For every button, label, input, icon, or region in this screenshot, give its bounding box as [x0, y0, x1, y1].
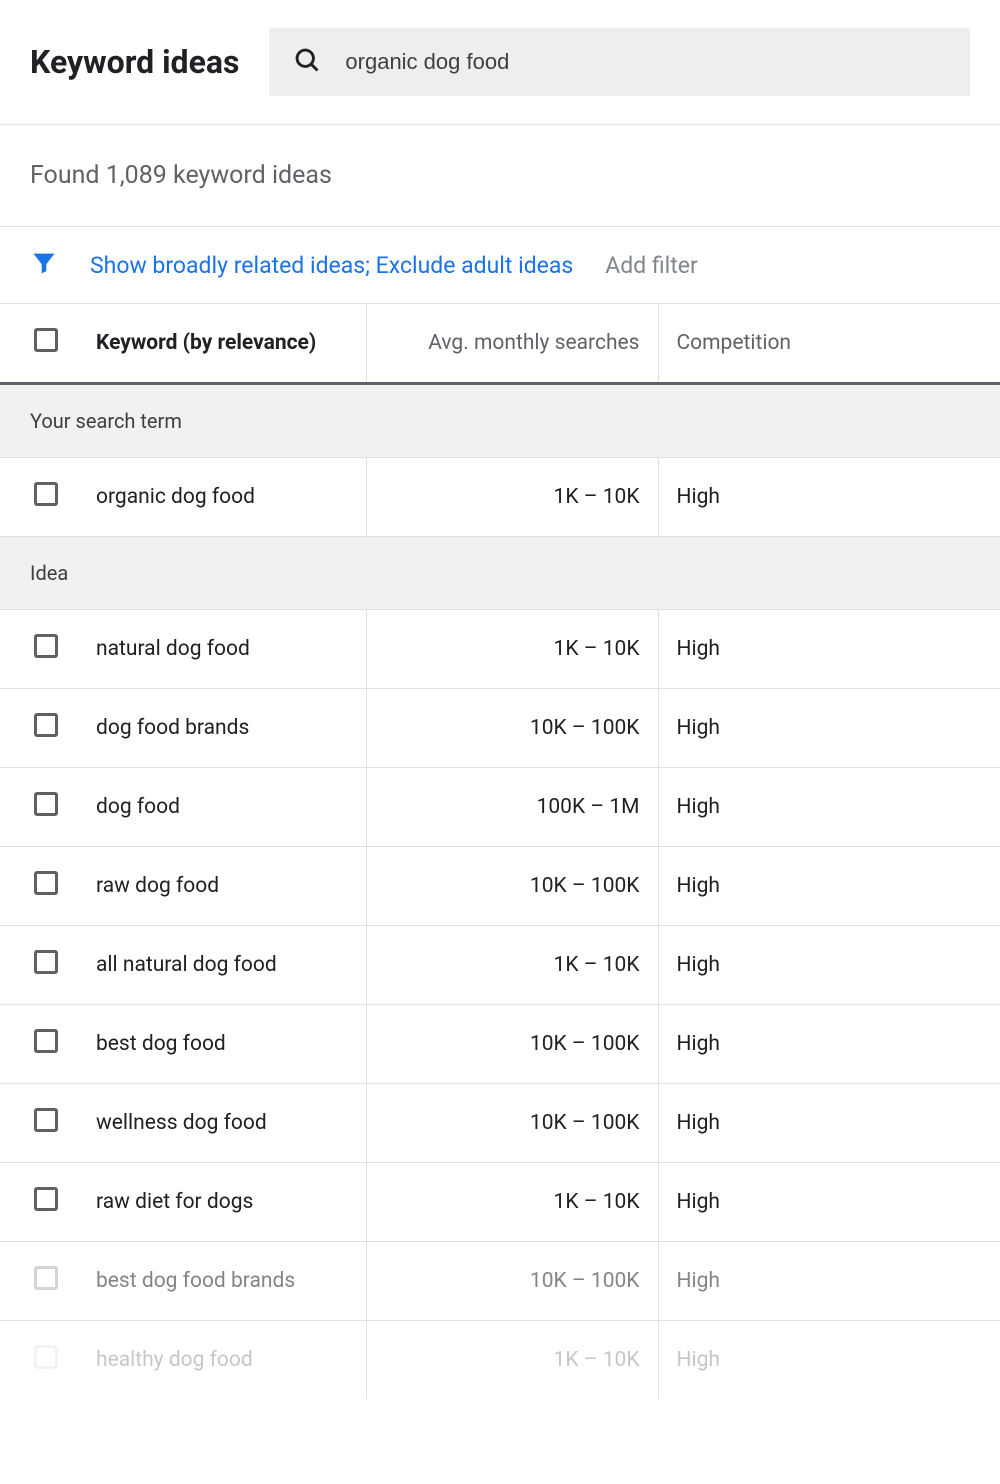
cell-keyword: raw diet for dogs — [96, 1163, 366, 1242]
cell-competition: High — [658, 1163, 1000, 1242]
table-row: dog food brands 10K – 100K High — [0, 689, 1000, 768]
select-all-cell — [0, 304, 96, 384]
cell-keyword: best dog food — [96, 1005, 366, 1084]
section-label: Idea — [0, 537, 1000, 610]
section-label: Your search term — [0, 384, 1000, 458]
table-row: raw diet for dogs 1K – 10K High — [0, 1163, 1000, 1242]
table-row: healthy dog food 1K – 10K High — [0, 1321, 1000, 1400]
keyword-table: Keyword (by relevance) Avg. monthly sear… — [0, 304, 1000, 1399]
page-title: Keyword ideas — [30, 43, 239, 81]
row-checkbox[interactable] — [34, 713, 58, 737]
cell-searches: 1K – 10K — [366, 610, 658, 689]
table-row: wellness dog food 10K – 100K High — [0, 1084, 1000, 1163]
cell-competition: High — [658, 1005, 1000, 1084]
table-header-row: Keyword (by relevance) Avg. monthly sear… — [0, 304, 1000, 384]
cell-searches: 100K – 1M — [366, 768, 658, 847]
section-search-term: Your search term — [0, 384, 1000, 458]
table-row: dog food 100K – 1M High — [0, 768, 1000, 847]
add-filter[interactable]: Add filter — [605, 252, 698, 279]
row-checkbox[interactable] — [34, 950, 58, 974]
cell-searches: 10K – 100K — [366, 689, 658, 768]
filter-bar: Show broadly related ideas; Exclude adul… — [0, 227, 1000, 304]
row-checkbox[interactable] — [34, 634, 58, 658]
row-checkbox[interactable] — [34, 1345, 58, 1369]
cell-keyword: dog food brands — [96, 689, 366, 768]
cell-competition: High — [658, 1084, 1000, 1163]
row-checkbox[interactable] — [34, 1266, 58, 1290]
row-checkbox[interactable] — [34, 1108, 58, 1132]
cell-keyword: wellness dog food — [96, 1084, 366, 1163]
table-row: best dog food brands 10K – 100K High — [0, 1242, 1000, 1321]
cell-competition: High — [658, 1321, 1000, 1400]
row-checkbox[interactable] — [34, 482, 58, 506]
cell-competition: High — [658, 926, 1000, 1005]
table-row: natural dog food 1K – 10K High — [0, 610, 1000, 689]
cell-keyword: best dog food brands — [96, 1242, 366, 1321]
cell-searches: 10K – 100K — [366, 1084, 658, 1163]
col-header-keyword[interactable]: Keyword (by relevance) — [96, 304, 366, 384]
search-input[interactable] — [345, 49, 946, 75]
cell-searches: 1K – 10K — [366, 926, 658, 1005]
cell-searches: 1K – 10K — [366, 458, 658, 537]
cell-keyword: dog food — [96, 768, 366, 847]
cell-searches: 10K – 100K — [366, 1005, 658, 1084]
cell-searches: 1K – 10K — [366, 1321, 658, 1400]
cell-competition: High — [658, 458, 1000, 537]
row-checkbox[interactable] — [34, 1187, 58, 1211]
cell-searches: 10K – 100K — [366, 847, 658, 926]
col-header-competition[interactable]: Competition — [658, 304, 1000, 384]
col-header-searches[interactable]: Avg. monthly searches — [366, 304, 658, 384]
cell-competition: High — [658, 847, 1000, 926]
cell-keyword: raw dog food — [96, 847, 366, 926]
table-row: best dog food 10K – 100K High — [0, 1005, 1000, 1084]
filter-link[interactable]: Show broadly related ideas; Exclude adul… — [90, 252, 573, 279]
table-row: organic dog food 1K – 10K High — [0, 458, 1000, 537]
row-checkbox[interactable] — [34, 792, 58, 816]
row-checkbox[interactable] — [34, 871, 58, 895]
header-bar: Keyword ideas — [0, 0, 1000, 125]
cell-competition: High — [658, 1242, 1000, 1321]
results-count: Found 1,089 keyword ideas — [0, 125, 1000, 227]
cell-keyword: all natural dog food — [96, 926, 366, 1005]
table-row: all natural dog food 1K – 10K High — [0, 926, 1000, 1005]
cell-keyword: healthy dog food — [96, 1321, 366, 1400]
cell-keyword: organic dog food — [96, 458, 366, 537]
section-idea: Idea — [0, 537, 1000, 610]
cell-keyword: natural dog food — [96, 610, 366, 689]
search-icon — [293, 46, 321, 78]
cell-searches: 1K – 10K — [366, 1163, 658, 1242]
cell-competition: High — [658, 768, 1000, 847]
row-checkbox[interactable] — [34, 1029, 58, 1053]
search-box[interactable] — [269, 28, 970, 96]
cell-searches: 10K – 100K — [366, 1242, 658, 1321]
cell-competition: High — [658, 689, 1000, 768]
filter-icon — [30, 249, 58, 281]
select-all-checkbox[interactable] — [34, 328, 58, 352]
table-row: raw dog food 10K – 100K High — [0, 847, 1000, 926]
cell-competition: High — [658, 610, 1000, 689]
